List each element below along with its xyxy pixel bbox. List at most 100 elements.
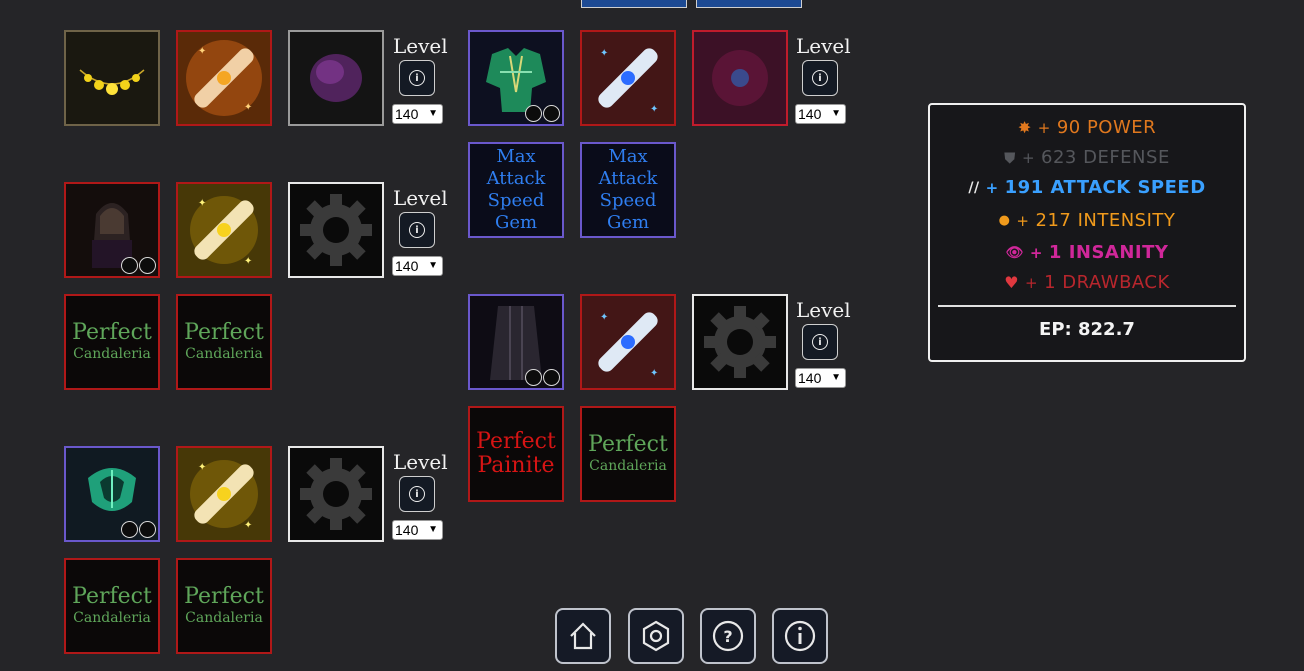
socket[interactable] bbox=[525, 105, 542, 122]
top-tab-button-1[interactable] bbox=[581, 0, 687, 8]
home-icon bbox=[570, 622, 596, 650]
svg-text:✦: ✦ bbox=[244, 102, 252, 113]
gem-sockets bbox=[525, 105, 560, 122]
material-name: Perfect bbox=[184, 584, 264, 609]
material-name: Perfect bbox=[476, 429, 556, 454]
gem-slot-1[interactable]: Max Attack Speed Gem bbox=[468, 142, 564, 238]
dark-orb-icon bbox=[694, 32, 786, 124]
socket[interactable] bbox=[543, 105, 560, 122]
info-icon bbox=[784, 620, 816, 652]
stat-power: ✸ + 90 POWER bbox=[1017, 117, 1157, 138]
info-icon: i bbox=[812, 334, 828, 350]
material-type: Candaleria bbox=[73, 346, 151, 362]
svg-text:✦: ✦ bbox=[198, 46, 206, 57]
info-icon: i bbox=[409, 222, 425, 238]
chevron-down-icon: ▼ bbox=[428, 524, 438, 535]
socket[interactable] bbox=[543, 369, 560, 386]
gem-sockets bbox=[121, 257, 156, 274]
top-tab-button-2[interactable] bbox=[696, 0, 802, 8]
purple-smoke-icon bbox=[290, 32, 382, 124]
chevron-down-icon: ▼ bbox=[831, 372, 841, 383]
level-info-button[interactable]: i bbox=[802, 324, 838, 360]
empty-gear-slot[interactable] bbox=[288, 446, 384, 542]
svg-text:✦: ✦ bbox=[244, 256, 252, 267]
empty-gear-slot[interactable] bbox=[288, 182, 384, 278]
robe-item-slot[interactable] bbox=[468, 294, 564, 390]
necklace-item-slot[interactable] bbox=[64, 30, 160, 126]
material-slot-4[interactable]: Perfect Candaleria bbox=[176, 558, 272, 654]
svg-text:✦: ✦ bbox=[600, 312, 608, 323]
level-select[interactable]: 140 ▼ bbox=[392, 104, 443, 124]
settings-button[interactable] bbox=[628, 608, 684, 664]
gold-scroll-slot[interactable]: ✦ ✦ bbox=[176, 446, 272, 542]
gem-label-line: Speed bbox=[487, 190, 545, 211]
gold-scroll-slot[interactable]: ✦ ✦ bbox=[176, 182, 272, 278]
level-select[interactable]: 140 ▼ bbox=[392, 520, 443, 540]
shield-icon: ⛊ bbox=[1004, 148, 1016, 167]
level-label: Level bbox=[393, 186, 448, 210]
material-name: Perfect bbox=[72, 320, 152, 345]
level-info-button[interactable]: i bbox=[802, 60, 838, 96]
level-select[interactable]: 140 ▼ bbox=[392, 256, 443, 276]
material-slot-2[interactable]: Perfect Candaleria bbox=[176, 294, 272, 390]
material-slot-3[interactable]: Perfect Candaleria bbox=[64, 558, 160, 654]
chevron-down-icon: ▼ bbox=[428, 260, 438, 271]
star-burst-icon: ✸ bbox=[1017, 118, 1032, 137]
help-button[interactable]: ? bbox=[700, 608, 756, 664]
gear-icon bbox=[300, 194, 372, 266]
necklace-icon bbox=[79, 69, 145, 95]
stat-attack-speed: // + 191 ATTACK SPEED bbox=[968, 177, 1206, 198]
svg-text:✦: ✦ bbox=[198, 198, 206, 209]
gem-label-line: Attack bbox=[598, 168, 658, 189]
level-info-button[interactable]: i bbox=[399, 212, 435, 248]
claw-icon: // bbox=[968, 179, 980, 196]
svg-text:✦: ✦ bbox=[244, 520, 252, 531]
dark-orb-slot[interactable] bbox=[692, 30, 788, 126]
chest-armor-slot[interactable] bbox=[468, 30, 564, 126]
material-slot-5[interactable]: Perfect Painite bbox=[468, 406, 564, 502]
material-name: Perfect bbox=[184, 320, 264, 345]
svg-text:✦: ✦ bbox=[600, 48, 608, 59]
eye-icon: 👁 bbox=[1005, 244, 1024, 261]
level-info-button[interactable]: i bbox=[399, 476, 435, 512]
svg-text:✦: ✦ bbox=[198, 462, 206, 473]
socket[interactable] bbox=[121, 257, 138, 274]
empty-gear-slot[interactable] bbox=[692, 294, 788, 390]
gem-label-line: Gem bbox=[606, 212, 650, 233]
material-type: Candaleria bbox=[589, 458, 667, 474]
info-button[interactable] bbox=[772, 608, 828, 664]
level-select[interactable]: 140 ▼ bbox=[795, 368, 846, 388]
blue-scroll-slot[interactable]: ✦ ✦ bbox=[580, 294, 676, 390]
level-select[interactable]: 140 ▼ bbox=[795, 104, 846, 124]
chevron-down-icon: ▼ bbox=[428, 108, 438, 119]
material-type: Candaleria bbox=[185, 346, 263, 362]
level-info-button[interactable]: i bbox=[399, 60, 435, 96]
gem-label-line: Max bbox=[496, 146, 536, 167]
gem-label-line: Attack bbox=[486, 168, 546, 189]
info-icon: i bbox=[409, 70, 425, 86]
gem-label-line: Gem bbox=[494, 212, 538, 233]
gem-label-line: Speed bbox=[599, 190, 657, 211]
level-label: Level bbox=[796, 298, 851, 322]
material-type: Candaleria bbox=[185, 610, 263, 626]
home-button[interactable] bbox=[555, 608, 611, 664]
fist-icon: ● bbox=[998, 213, 1011, 228]
info-icon: i bbox=[812, 70, 828, 86]
socket[interactable] bbox=[525, 369, 542, 386]
material-slot-6[interactable]: Perfect Candaleria bbox=[580, 406, 676, 502]
helmet-item-slot[interactable] bbox=[64, 446, 160, 542]
svg-text:?: ? bbox=[723, 627, 732, 646]
purple-orb-slot[interactable] bbox=[288, 30, 384, 126]
blue-scroll-slot[interactable]: ✦ ✦ bbox=[580, 30, 676, 126]
cloak-item-slot[interactable] bbox=[64, 182, 160, 278]
orange-scroll-slot[interactable]: ✦ ✦ bbox=[176, 30, 272, 126]
socket[interactable] bbox=[121, 521, 138, 538]
divider bbox=[938, 305, 1236, 307]
blue-scroll-icon: ✦ ✦ bbox=[582, 32, 674, 124]
socket[interactable] bbox=[139, 521, 156, 538]
gem-slot-2[interactable]: Max Attack Speed Gem bbox=[580, 142, 676, 238]
blue-scroll-icon: ✦ ✦ bbox=[582, 296, 674, 388]
gold-scroll-icon: ✦ ✦ bbox=[178, 184, 270, 276]
material-slot-1[interactable]: Perfect Candaleria bbox=[64, 294, 160, 390]
socket[interactable] bbox=[139, 257, 156, 274]
